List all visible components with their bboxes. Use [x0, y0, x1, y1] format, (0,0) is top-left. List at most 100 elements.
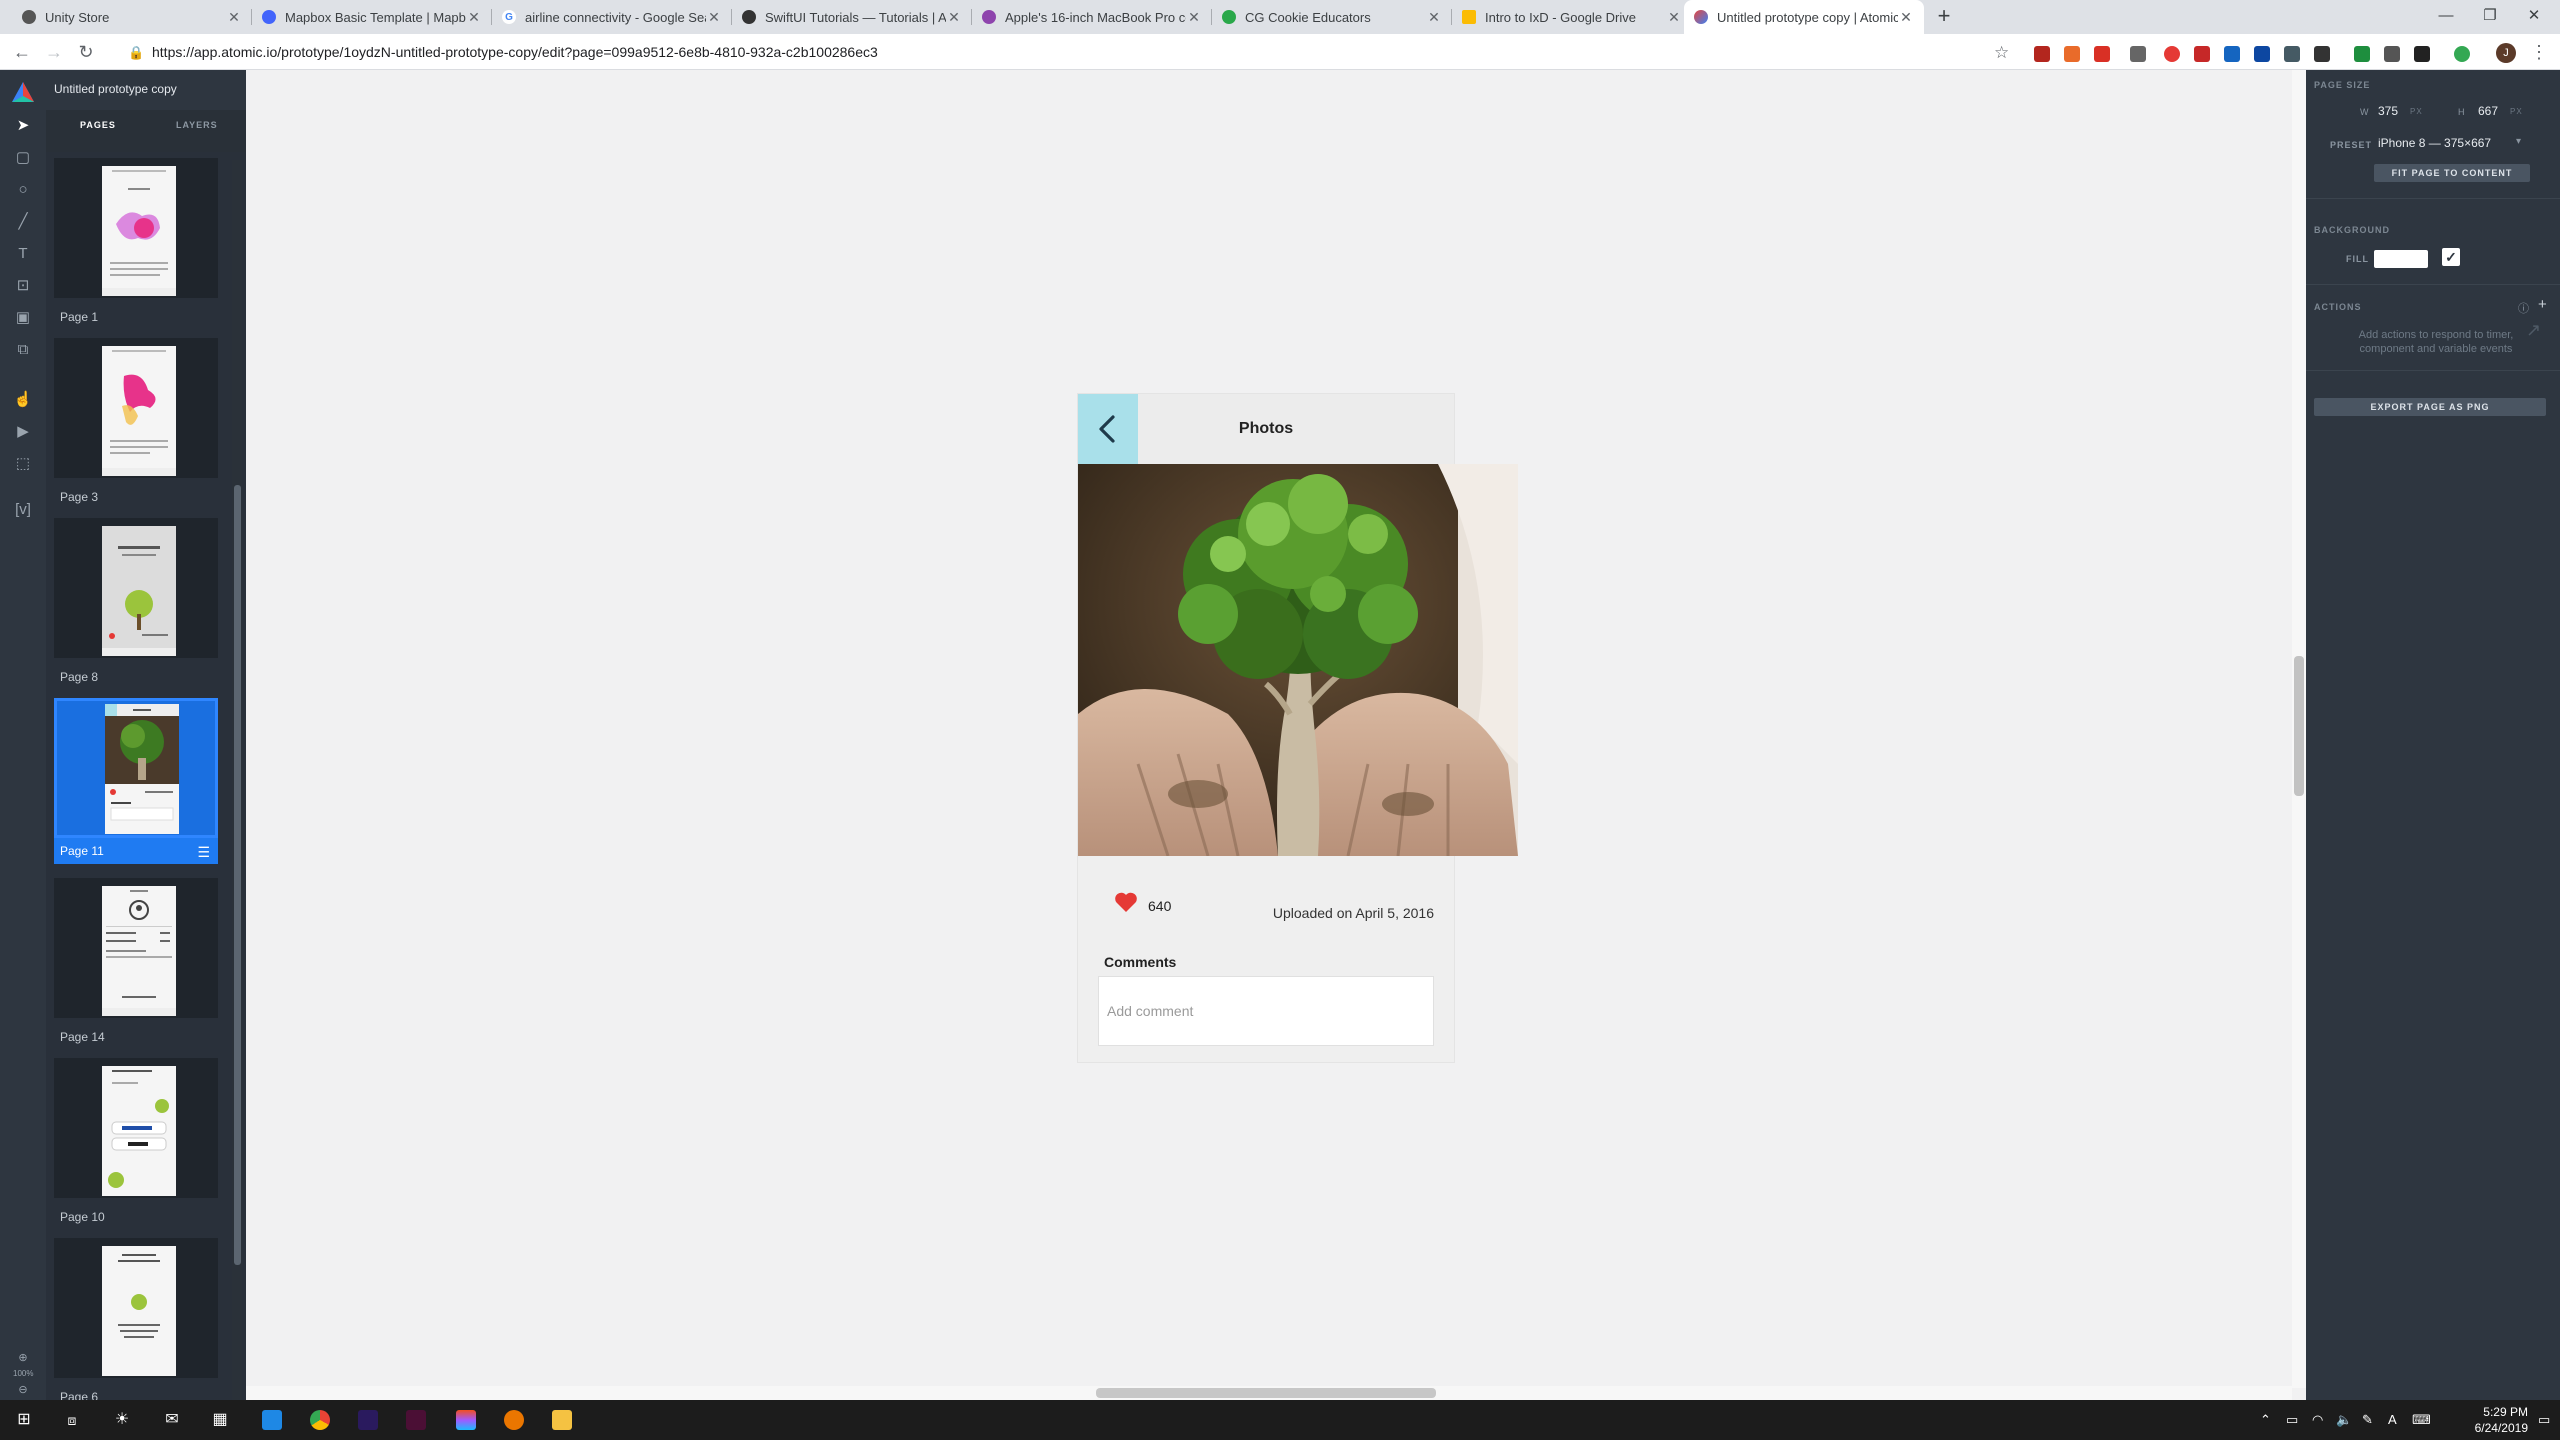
forward-arrow-icon[interactable]: →: [40, 38, 68, 66]
close-tab-icon[interactable]: ✕: [1426, 9, 1442, 26]
page-thumbnail-item[interactable]: Page 1: [54, 158, 218, 328]
comment-input[interactable]: [1099, 977, 1433, 1045]
variable-tool-icon[interactable]: [v]: [13, 500, 33, 520]
close-tab-icon[interactable]: ✕: [706, 9, 722, 26]
browser-tab[interactable]: Mapbox Basic Template | Mapbox ✕: [252, 0, 492, 34]
ellipse-tool-icon[interactable]: ○: [13, 180, 33, 200]
page-thumbnail-item[interactable]: Page 14: [54, 878, 218, 1048]
url-text[interactable]: https://app.atomic.io/prototype/1oydzN-u…: [152, 44, 878, 60]
chevron-down-icon[interactable]: ▾: [2516, 136, 2522, 147]
close-window-button[interactable]: ✕: [2512, 2, 2556, 30]
extension-icon[interactable]: [2224, 46, 2240, 62]
calculator-app-icon[interactable]: ▦: [208, 1408, 232, 1432]
preset-select[interactable]: iPhone 8 — 375×667: [2378, 136, 2491, 150]
wifi-icon[interactable]: ◠: [2312, 1412, 2323, 1428]
extension-icon[interactable]: [2094, 46, 2110, 62]
plant-photo[interactable]: [1078, 464, 1518, 856]
fit-page-button[interactable]: FIT PAGE TO CONTENT: [2374, 164, 2530, 182]
restore-button[interactable]: ❐: [2468, 2, 2512, 30]
back-button[interactable]: [1078, 394, 1138, 464]
blender-app-icon[interactable]: [504, 1410, 524, 1430]
extension-icon[interactable]: [2164, 46, 2180, 62]
zoom-out-icon[interactable]: ⊖: [13, 1380, 33, 1400]
extension-icon[interactable]: [2194, 46, 2210, 62]
close-tab-icon[interactable]: ✕: [946, 9, 962, 26]
heart-icon[interactable]: [1114, 891, 1138, 913]
line-tool-icon[interactable]: ╱: [13, 212, 33, 232]
extension-icon[interactable]: [2384, 46, 2400, 62]
task-view-icon[interactable]: ⧈: [60, 1408, 84, 1432]
extension-icon[interactable]: [2064, 46, 2080, 62]
browser-tab[interactable]: Apple's 16-inch MacBook Pro coming ✕: [972, 0, 1212, 34]
close-tab-icon[interactable]: ✕: [226, 9, 242, 26]
browser-tab[interactable]: Intro to IxD - Google Drive ✕: [1452, 0, 1692, 34]
tray-chevron-up-icon[interactable]: ⌃: [2260, 1412, 2271, 1428]
browser-menu-icon[interactable]: ⋮: [2530, 42, 2548, 63]
extension-icon[interactable]: [2314, 46, 2330, 62]
figma-app-icon[interactable]: [456, 1410, 476, 1430]
width-input[interactable]: 375: [2378, 104, 2398, 118]
browser-tab-active[interactable]: Untitled prototype copy | Atomic ✕: [1684, 0, 1924, 34]
mail-app-icon[interactable]: ✉: [160, 1408, 184, 1432]
minimize-button[interactable]: —: [2424, 2, 2468, 30]
canvas-vertical-scroll-thumb[interactable]: [2294, 656, 2304, 796]
page-thumbnail-item[interactable]: Page 10: [54, 1058, 218, 1228]
page-menu-icon[interactable]: ☰: [197, 844, 210, 861]
acrobat-extension-icon[interactable]: [2034, 46, 2050, 62]
browser-tab[interactable]: CG Cookie Educators ✕: [1212, 0, 1452, 34]
text-tool-icon[interactable]: T: [13, 244, 33, 264]
page-thumbnail-item-selected[interactable]: Page 11 ☰: [54, 698, 218, 868]
vscode-app-icon[interactable]: [262, 1410, 282, 1430]
pen-icon[interactable]: ✎: [2362, 1412, 2373, 1428]
extension-icon[interactable]: [2254, 46, 2270, 62]
image-tool-icon[interactable]: ▣: [13, 308, 33, 328]
battery-icon[interactable]: ▭: [2286, 1412, 2298, 1428]
keyboard-icon[interactable]: ⌨: [2412, 1412, 2431, 1428]
adobe-xd-app-icon[interactable]: [406, 1410, 426, 1430]
export-png-button[interactable]: EXPORT PAGE AS PNG: [2314, 398, 2546, 416]
canvas-horizontal-scroll-thumb[interactable]: [1096, 1388, 1436, 1398]
fill-checkbox[interactable]: ✓: [2442, 248, 2460, 266]
file-explorer-app-icon[interactable]: [552, 1410, 572, 1430]
extension-icon[interactable]: [2284, 46, 2300, 62]
extension-icon[interactable]: [2454, 46, 2470, 62]
bookmark-star-icon[interactable]: ☆: [1994, 43, 2009, 63]
page-thumbnail-item[interactable]: Page 6: [54, 1238, 218, 1400]
component-tool-icon[interactable]: ⊡: [13, 276, 33, 296]
reload-icon[interactable]: ↻: [72, 38, 100, 66]
windows-start-icon[interactable]: ⊞: [12, 1408, 36, 1432]
pages-scrollbar-thumb[interactable]: [234, 485, 241, 1265]
new-tab-button[interactable]: +: [1932, 5, 1956, 29]
tab-pages[interactable]: PAGES: [80, 120, 116, 130]
browser-tab[interactable]: G airline connectivity - Google Search ✕: [492, 0, 732, 34]
add-action-icon[interactable]: +: [2538, 296, 2548, 313]
close-tab-icon[interactable]: ✕: [466, 9, 482, 26]
comment-field[interactable]: [1098, 976, 1434, 1046]
volume-icon[interactable]: 🔈: [2336, 1412, 2352, 1428]
tab-layers[interactable]: LAYERS: [176, 120, 218, 130]
extension-icon[interactable]: [2354, 46, 2370, 62]
interaction-tool-icon[interactable]: ☝: [13, 390, 33, 410]
page-thumbnail-item[interactable]: Page 3: [54, 338, 218, 508]
height-input[interactable]: 667: [2478, 104, 2498, 118]
atomic-logo-icon[interactable]: [12, 82, 34, 102]
close-tab-icon[interactable]: ✕: [1898, 9, 1914, 26]
weather-app-icon[interactable]: ☀: [110, 1408, 134, 1432]
frame-tool-icon[interactable]: ⬚: [13, 454, 33, 474]
close-tab-icon[interactable]: ✕: [1666, 9, 1682, 26]
notifications-icon[interactable]: ▭: [2538, 1412, 2550, 1428]
after-effects-app-icon[interactable]: [358, 1410, 378, 1430]
project-title[interactable]: Untitled prototype copy: [54, 82, 177, 96]
extension-icon[interactable]: [2414, 46, 2430, 62]
info-icon[interactable]: ⓘ: [2518, 300, 2530, 316]
language-icon[interactable]: A: [2388, 1412, 2397, 1427]
video-tool-icon[interactable]: ▶: [13, 422, 33, 442]
browser-tab[interactable]: Unity Store ✕: [12, 0, 252, 34]
back-arrow-icon[interactable]: ←: [8, 38, 36, 66]
fill-color-swatch[interactable]: [2374, 250, 2428, 268]
address-bar[interactable]: 🔒 https://app.atomic.io/prototype/1oydzN…: [128, 39, 2008, 65]
extension-icon[interactable]: [2130, 46, 2146, 62]
chrome-app-icon[interactable]: [310, 1410, 330, 1430]
page-thumbnail-item[interactable]: Page 8: [54, 518, 218, 688]
copy-tool-icon[interactable]: ⧉: [13, 340, 33, 360]
